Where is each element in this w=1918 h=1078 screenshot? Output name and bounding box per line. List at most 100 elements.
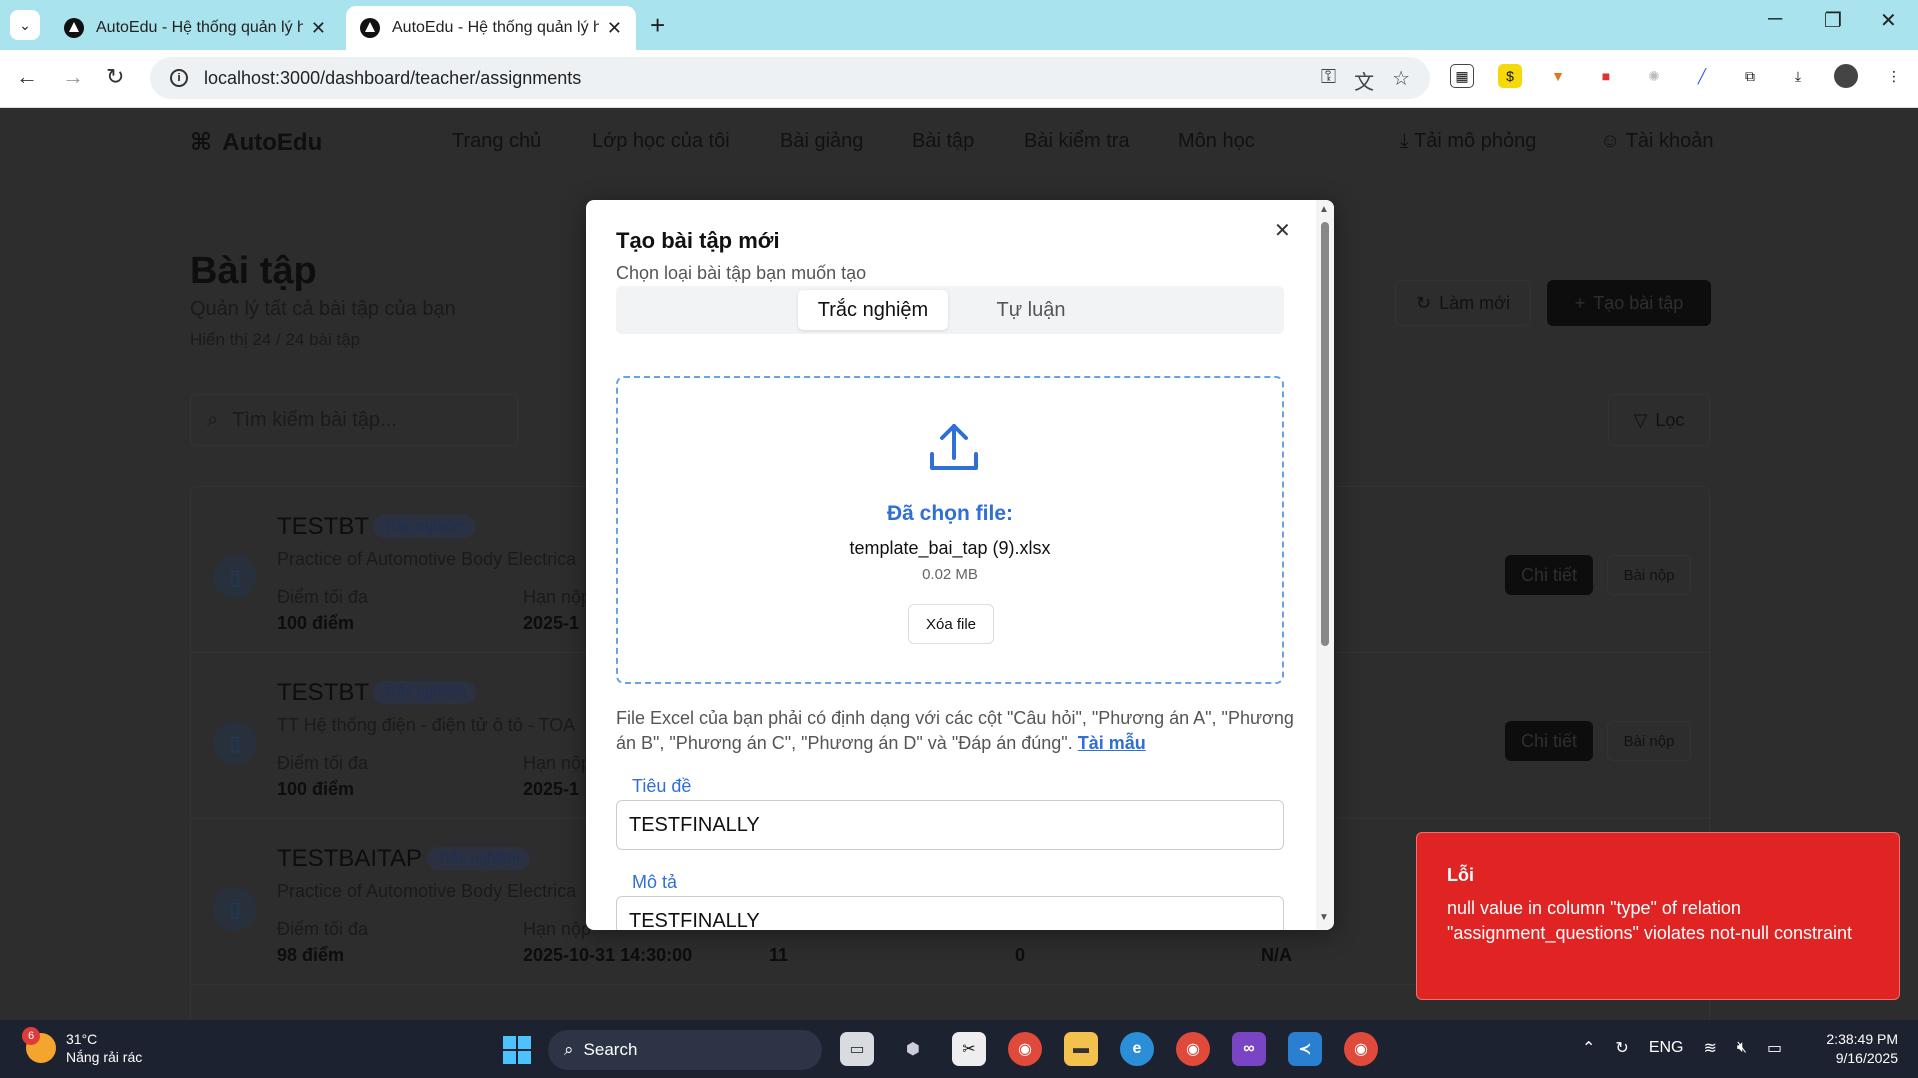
site-info-icon[interactable]: i [170,69,188,87]
template-link[interactable]: Tài mẫu [1078,733,1146,753]
task-view-icon[interactable]: ▭ [840,1032,874,1066]
detail-button[interactable]: Chi tiết [1505,555,1593,595]
extensions-puzzle-icon[interactable]: ⧉ [1738,64,1762,88]
max-score-label: Điểm tối đa [277,919,369,939]
windows-taskbar: 6 31°C Nắng rải rác ⌕ Search ▭ ⬢ ✂ ◉ ▬ e… [0,1020,1918,1078]
search-input[interactable]: ⌕ Tìm kiếm bài tập... [190,394,518,446]
brand[interactable]: ⌘ AutoEdu [190,128,322,157]
scroll-down-icon[interactable]: ▼ [1319,912,1329,923]
create-assignment-button[interactable]: + Tạo bài tập [1547,280,1711,326]
weather-sun-icon: 6 [22,1027,56,1063]
reload-icon[interactable]: ↻ [106,64,124,90]
remove-file-button[interactable]: Xóa file [908,604,994,644]
browser-tab-1[interactable]: AutoEdu - Hệ thống quản lý họ ✕ [50,6,340,50]
tab-multiple-choice[interactable]: Trắc nghiệm [798,290,948,330]
pen-extension-icon[interactable]: ╱ [1690,64,1714,88]
windows-start-icon[interactable] [503,1036,531,1064]
system-clock[interactable]: 2:38:49 PM 9/16/2025 [1808,1030,1898,1068]
capcut-icon[interactable]: ✂ [952,1032,986,1066]
url-box[interactable]: i localhost:3000/dashboard/teacher/assig… [150,57,1430,99]
max-score-value: 100 điểm [277,613,355,633]
forward-icon[interactable]: → [62,64,84,90]
back-icon[interactable]: ← [16,64,38,90]
error-toast[interactable]: Lỗi null value in column "type" of relat… [1416,832,1900,1000]
profile-avatar[interactable] [1834,64,1858,88]
assignment-title: TESTBT [277,679,370,706]
bookmark-star-icon[interactable]: ☆ [1392,66,1410,95]
title-label: Tiêu đề [632,776,692,796]
detail-button[interactable]: Chi tiết [1505,721,1593,761]
password-key-icon[interactable]: ⚿ [1321,66,1336,95]
nav-download[interactable]: ⤓ Tải mô phỏng [1400,130,1536,153]
modal-scrollbar[interactable]: ▲ ▼ [1316,200,1334,930]
translate-icon[interactable]: 文 [1354,66,1374,95]
favicon-icon [360,18,380,38]
taskbar-search[interactable]: ⌕ Search [548,1030,822,1070]
browser-menu-icon[interactable]: ⋮ [1882,64,1906,88]
new-tab-icon[interactable]: + [650,10,665,41]
chrome-icon[interactable]: ◉ [1008,1032,1042,1066]
hexagon-app-icon[interactable]: ⬢ [896,1032,930,1066]
nav-item-lectures[interactable]: Bài giảng [780,130,863,153]
restore-icon[interactable]: ❐ [1824,8,1842,33]
browser-tab-2[interactable]: AutoEdu - Hệ thống quản lý họ ✕ [346,6,636,50]
minimize-icon[interactable]: ─ [1768,8,1782,31]
chrome-profile-icon[interactable]: ◉ [1344,1032,1378,1066]
tab-essay[interactable]: Tự luận [956,290,1106,330]
metamask-fox-icon[interactable]: ▼ [1546,64,1570,88]
filter-icon: ▽ [1633,409,1648,430]
dollar-extension-icon[interactable]: $ [1498,64,1522,88]
clock-time: 2:38:49 PM [1826,1031,1898,1047]
modal-close-icon[interactable]: ✕ [1274,218,1291,243]
battery-icon[interactable]: ▭ [1767,1038,1782,1058]
title-input[interactable]: TESTFINALLY [616,800,1284,850]
max-score-value: 100 điểm [277,779,355,799]
file-explorer-icon[interactable]: ▬ [1064,1032,1098,1066]
filter-button[interactable]: ▽ Lọc [1608,394,1710,446]
refresh-icon: ↻ [1416,292,1432,313]
lock-extension-icon[interactable]: ■ [1594,64,1618,88]
submission-count-value: 0 [1015,945,1026,965]
chrome-active-icon[interactable]: ◉ [1176,1032,1210,1066]
file-icon: ▯ [213,555,257,599]
scrollbar-thumb[interactable] [1321,222,1329,646]
nav-item-assignments[interactable]: Bài tập [912,130,974,153]
sun-extension-icon[interactable]: ✺ [1642,64,1666,88]
deadline-value: 2025-10-31 14:30:00 [523,945,693,965]
tray-chevron-up-icon[interactable]: ⌃ [1582,1038,1595,1058]
url-text[interactable]: localhost:3000/dashboard/teacher/assignm… [204,68,581,89]
nav-item-home[interactable]: Trang chủ [452,130,541,153]
volume-muted-icon[interactable]: 🔇︎ [1737,1039,1747,1057]
tab-close-icon[interactable]: ✕ [311,18,326,39]
file-chosen-label: Đã chọn file: [886,502,1013,525]
nav-item-subjects[interactable]: Môn học [1178,130,1255,153]
sync-icon[interactable]: ↻ [1615,1038,1628,1058]
weather-widget[interactable]: 6 31°C Nắng rải rác [22,1027,142,1066]
wifi-icon[interactable]: ≋ [1703,1038,1716,1058]
file-dropzone[interactable]: Đã chọn file: template_bai_tap (9).xlsx … [616,376,1284,684]
qr-extension-icon[interactable]: ▦ [1450,64,1474,88]
description-input[interactable]: TESTFINALLY [616,896,1284,930]
scroll-up-icon[interactable]: ▲ [1319,204,1329,215]
nav-item-my-classes[interactable]: Lớp học của tôi [592,130,730,153]
edge-icon[interactable]: e [1120,1032,1154,1066]
submissions-button[interactable]: Bài nộp [1607,555,1691,595]
visual-studio-icon[interactable]: ∞ [1232,1032,1266,1066]
input-language[interactable]: ENG [1649,1039,1684,1057]
vscode-icon[interactable]: ≺ [1288,1032,1322,1066]
question-count-value: 11 [769,945,789,965]
tab-search-chevron-icon[interactable]: ⌄ [10,10,40,40]
tab-close-icon[interactable]: ✕ [607,18,622,39]
deadline-label: Hạn nộp [523,919,592,939]
deadline-value: 2025-1 [523,779,580,799]
download-tray-icon: ⤓ [1400,130,1409,152]
nav-item-tests[interactable]: Bài kiểm tra [1024,130,1130,153]
browser-tab-bar: ⌄ AutoEdu - Hệ thống quản lý họ ✕ AutoEd… [0,0,1918,50]
assignment-type-tabs: Trắc nghiệm Tự luận [616,286,1284,334]
window-close-icon[interactable]: ✕ [1880,8,1897,33]
nav-account[interactable]: ☺ Tài khoản [1600,130,1713,153]
submissions-button[interactable]: Bài nộp [1607,721,1691,761]
toast-message: null value in column "type" of relation … [1447,898,1852,943]
download-icon[interactable]: ⤓ [1786,64,1810,88]
refresh-button[interactable]: ↻ Làm mới [1395,280,1531,326]
